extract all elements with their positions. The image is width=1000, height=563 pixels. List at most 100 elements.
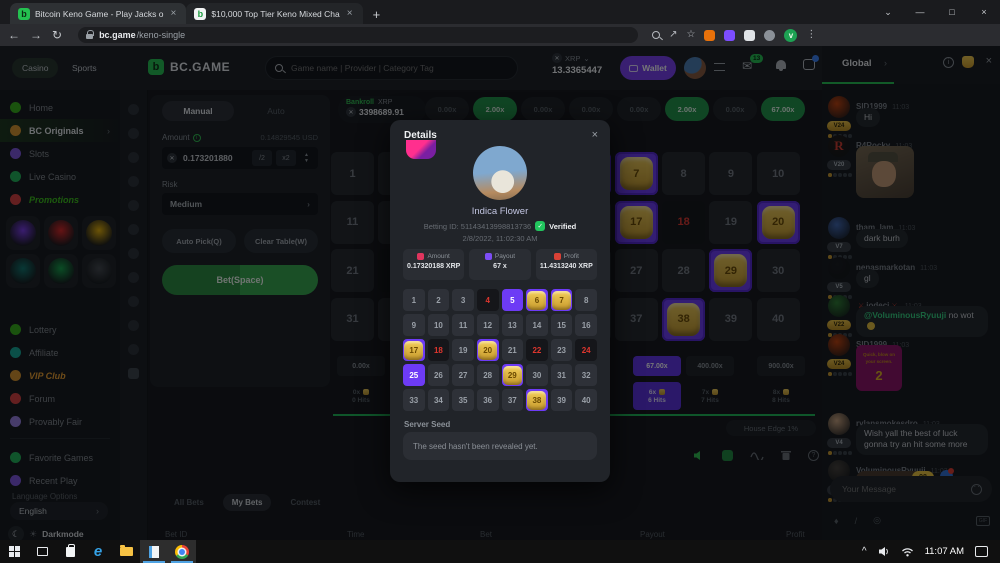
share-icon[interactable]: ↗ [669,30,677,40]
store-button[interactable] [56,540,84,563]
lock-icon [86,34,93,39]
modal-keno-cell-22: 22 [526,339,548,361]
stat-value: 67 x [469,263,530,270]
modal-keno-cell-23: 23 [551,339,573,361]
puzzle-extensions-icon[interactable] [764,30,775,41]
browser-tab-keno[interactable]: b Bitcoin Keno Game - Play Jacks o × [10,3,186,24]
player-avatar[interactable] [473,146,527,200]
url-path: /keno-single [137,30,186,40]
modal-keno-cell-1: 1 [403,289,425,311]
modal-keno-cell-7: 7 [551,289,573,311]
bcgame-app: Casino Sports b BC.GAME ✕ XRP ⌄ 13.33654… [0,46,1000,540]
extension-icon[interactable] [704,30,715,41]
search-icon[interactable] [652,31,660,39]
url-host: bc.game [99,30,136,40]
modal-keno-cell-12: 12 [477,314,499,336]
address-bar[interactable]: bc.game /keno-single [78,27,638,43]
modal-keno-cell-28: 28 [477,364,499,386]
modal-keno-cell-26: 26 [428,364,450,386]
windows-logo-icon [9,546,20,557]
modal-keno-cell-33: 33 [403,389,425,411]
modal-title: Details [404,130,437,141]
modal-keno-cell-17: 17 [403,339,425,361]
extension-icon[interactable] [744,30,755,41]
modal-close-icon[interactable]: × [592,129,598,141]
maximize-button[interactable]: □ [936,0,968,24]
forward-icon[interactable]: → [30,29,42,41]
payout-icon [485,253,492,260]
modal-keno-cell-6: 6 [526,289,548,311]
browser-toolbar: ← → ↻ bc.game /keno-single ↗ ☆ v ⋮ [0,24,1000,46]
amount-icon [417,253,424,260]
close-button[interactable]: × [968,0,1000,24]
modal-keno-cell-13: 13 [502,314,524,336]
task-view-icon [37,547,48,556]
server-seed-label: Server Seed [404,420,450,429]
menu-dots-icon[interactable]: ⋮ [806,30,816,40]
stat-card-profit: Profit11.4313240 XRP [536,249,597,280]
modal-keno-cell-10: 10 [428,314,450,336]
task-view-button[interactable] [28,540,56,563]
file-explorer-button[interactable] [112,540,140,563]
notes-app-button[interactable] [140,540,168,563]
profile-avatar[interactable]: v [784,29,797,42]
bcgame-favicon: b [18,8,30,20]
stat-value: 0.17320188 XRP [403,263,464,270]
modal-keno-cell-31: 31 [551,364,573,386]
back-icon[interactable]: ← [8,29,20,41]
volume-icon[interactable] [878,546,890,557]
folder-icon [120,547,133,556]
bet-details-modal: Details × Indica Flower Betting ID: 5114… [390,120,610,482]
system-tray: ^ 11:07 AM [862,546,1000,557]
reload-icon[interactable]: ↻ [52,29,62,41]
modal-hit-ball: 17 [404,341,423,360]
browser-tab-bar: b Bitcoin Keno Game - Play Jacks o × b $… [0,0,1000,24]
bookmark-star-icon[interactable]: ☆ [686,30,695,40]
modal-keno-cell-37: 37 [502,389,524,411]
bet-stats: Amount0.17320188 XRPPayout67 xProfit11.4… [403,249,597,280]
wifi-icon[interactable] [901,547,914,557]
modal-hit-ball: 29 [503,366,522,385]
bcgame-favicon: b [194,8,206,20]
start-button[interactable] [0,540,28,563]
modal-keno-cell-32: 32 [575,364,597,386]
minimize-button[interactable]: — [904,0,936,24]
chrome-icon [175,545,189,559]
modal-keno-cell-29: 29 [502,364,524,386]
edge-button[interactable]: e [84,540,112,563]
stat-card-payout: Payout67 x [469,249,530,280]
window-controls: ⌄ — □ × [872,0,1000,24]
modal-keno-cell-2: 2 [428,289,450,311]
modal-keno-cell-39: 39 [551,389,573,411]
extension-icon[interactable] [724,30,735,41]
modal-keno-cell-34: 34 [428,389,450,411]
profit-icon [554,253,561,260]
bet-date: 2/8/2022, 11:02:30 AM [390,234,610,243]
tab-close-icon[interactable]: × [169,8,179,19]
modal-keno-cell-15: 15 [551,314,573,336]
action-center-icon[interactable] [975,546,988,557]
tab-title: $10,000 Top Tier Keno Mixed Cha [211,9,339,19]
server-seed-value: The seed hasn't been revealed yet. [403,432,597,460]
modal-keno-cell-14: 14 [526,314,548,336]
modal-keno-cell-36: 36 [477,389,499,411]
chrome-button[interactable] [168,540,196,563]
tab-search-icon[interactable]: ⌄ [872,0,904,24]
modal-hit-ball: 7 [552,291,571,310]
browser-tab-promo[interactable]: b $10,000 Top Tier Keno Mixed Cha × [186,3,362,24]
tray-expand-icon[interactable]: ^ [862,546,867,557]
new-tab-button[interactable]: + [373,7,381,24]
modal-keno-cell-35: 35 [452,389,474,411]
stat-card-amount: Amount0.17320188 XRP [403,249,464,280]
modal-hit-ball: 20 [478,341,497,360]
modal-keno-cell-5: 5 [502,289,524,311]
clock[interactable]: 11:07 AM [925,546,964,557]
verified-label[interactable]: Verified [549,222,576,231]
modal-keno-cell-3: 3 [452,289,474,311]
tab-close-icon[interactable]: × [345,8,355,19]
modal-keno-cell-8: 8 [575,289,597,311]
modal-hit-ball: 38 [527,391,546,410]
modal-keno-cell-9: 9 [403,314,425,336]
store-icon [66,547,75,557]
modal-keno-cell-27: 27 [452,364,474,386]
